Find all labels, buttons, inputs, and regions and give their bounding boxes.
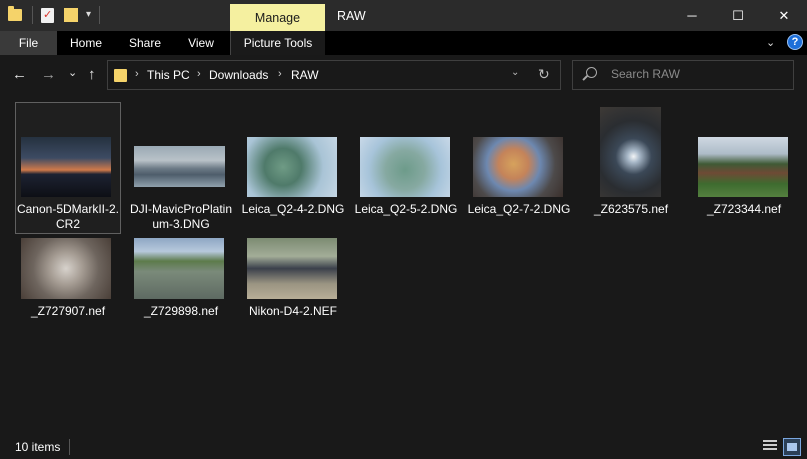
file-thumbnail <box>600 107 661 197</box>
breadcrumb-separator[interactable]: › <box>135 68 139 80</box>
file-item[interactable]: _Z729898.nef <box>129 237 233 327</box>
back-arrow-icon[interactable]: ← <box>12 67 27 83</box>
breadcrumb-separator[interactable]: › <box>278 68 282 80</box>
file-thumbnail <box>134 238 224 299</box>
breadcrumb-separator[interactable]: › <box>197 68 201 80</box>
ribbon-tabs: File Home Share View Picture Tools <box>0 31 807 55</box>
file-name: Leica_Q2-4-2.DNG <box>241 202 345 216</box>
title-bar: ▾ Manage RAW ─ ☐ ✕ <box>0 0 807 31</box>
tab-manage[interactable]: Manage <box>230 4 325 31</box>
details-view-icon[interactable] <box>761 438 779 456</box>
file-thumbnail <box>360 137 450 197</box>
address-bar[interactable]: › This PC › Downloads › RAW ⌄ ↻ <box>107 60 561 90</box>
item-count: 10 items <box>15 440 61 454</box>
window-title: RAW <box>337 9 366 23</box>
search-box[interactable] <box>572 60 794 90</box>
folder-icon <box>114 69 127 82</box>
recent-locations-icon[interactable]: ⌄ <box>68 65 77 81</box>
file-item[interactable]: _Z727907.nef <box>16 237 120 327</box>
tab-file[interactable]: File <box>0 31 57 55</box>
large-icons-view-icon[interactable] <box>783 438 801 456</box>
tab-share[interactable]: Share <box>120 31 170 55</box>
file-item[interactable]: Leica_Q2-7-2.DNG <box>467 103 571 233</box>
expand-ribbon-icon[interactable]: ⌄ <box>766 36 775 49</box>
breadcrumb-downloads[interactable]: Downloads <box>209 68 268 82</box>
file-item[interactable]: Nikon-D4-2.NEF <box>241 237 345 327</box>
maximize-button[interactable]: ☐ <box>715 0 761 31</box>
file-name: DJI-MavicProPlatinum-3.DNG <box>129 202 233 231</box>
search-icon <box>586 67 597 78</box>
breadcrumb-raw[interactable]: RAW <box>291 68 319 82</box>
up-arrow-icon[interactable]: ↑ <box>88 67 96 83</box>
file-name: Leica_Q2-5-2.DNG <box>354 202 458 216</box>
folder-icon[interactable] <box>8 6 22 21</box>
file-item[interactable]: _Z623575.nef <box>579 103 683 233</box>
file-name: _Z727907.nef <box>30 304 106 318</box>
refresh-icon[interactable]: ↻ <box>538 66 550 83</box>
tab-home[interactable]: Home <box>60 31 112 55</box>
file-name: Leica_Q2-7-2.DNG <box>467 202 571 216</box>
file-thumbnail <box>21 238 111 299</box>
file-thumbnail <box>21 137 111 197</box>
file-name: Nikon-D4-2.NEF <box>248 304 338 318</box>
new-folder-icon[interactable] <box>64 8 78 22</box>
file-name: _Z729898.nef <box>143 304 219 318</box>
tab-picture-tools[interactable]: Picture Tools <box>230 31 325 55</box>
toolbar-divider <box>32 6 33 24</box>
file-name: _Z723344.nef <box>706 202 782 216</box>
file-item[interactable]: DJI-MavicProPlatinum-3.DNG <box>129 103 233 233</box>
file-item[interactable]: Leica_Q2-4-2.DNG <box>241 103 345 233</box>
file-name: _Z623575.nef <box>593 202 669 216</box>
address-dropdown-icon[interactable]: ⌄ <box>511 67 519 78</box>
search-input[interactable] <box>611 67 781 81</box>
file-thumbnail <box>247 238 337 299</box>
minimize-button[interactable]: ─ <box>669 0 715 31</box>
toolbar-divider <box>99 6 101 24</box>
file-thumbnail <box>698 137 788 197</box>
file-item[interactable]: _Z723344.nef <box>692 103 796 233</box>
navigation-bar: ← → ⌄ ↑ › This PC › Downloads › RAW ⌄ ↻ <box>0 55 807 95</box>
forward-arrow-icon[interactable]: → <box>41 67 56 83</box>
file-view: Canon-5DMarkII-2.CR2 DJI-MavicProPlatinu… <box>0 95 807 435</box>
file-name: Canon-5DMarkII-2.CR2 <box>16 202 120 231</box>
close-button[interactable]: ✕ <box>761 0 807 31</box>
status-divider <box>69 439 70 455</box>
quick-access-toolbar: ▾ <box>8 6 108 24</box>
help-icon[interactable]: ? <box>787 34 803 50</box>
file-thumbnail <box>247 137 337 197</box>
customize-toolbar-dropdown-icon[interactable]: ▾ <box>86 10 91 20</box>
breadcrumb-this-pc[interactable]: This PC <box>147 68 190 82</box>
properties-icon[interactable] <box>41 7 54 23</box>
file-thumbnail <box>134 146 225 187</box>
file-thumbnail <box>473 137 563 197</box>
status-bar: 10 items <box>0 435 807 459</box>
file-item[interactable]: Canon-5DMarkII-2.CR2 <box>15 102 121 234</box>
file-item[interactable]: Leica_Q2-5-2.DNG <box>354 103 458 233</box>
tab-view[interactable]: View <box>177 31 225 55</box>
